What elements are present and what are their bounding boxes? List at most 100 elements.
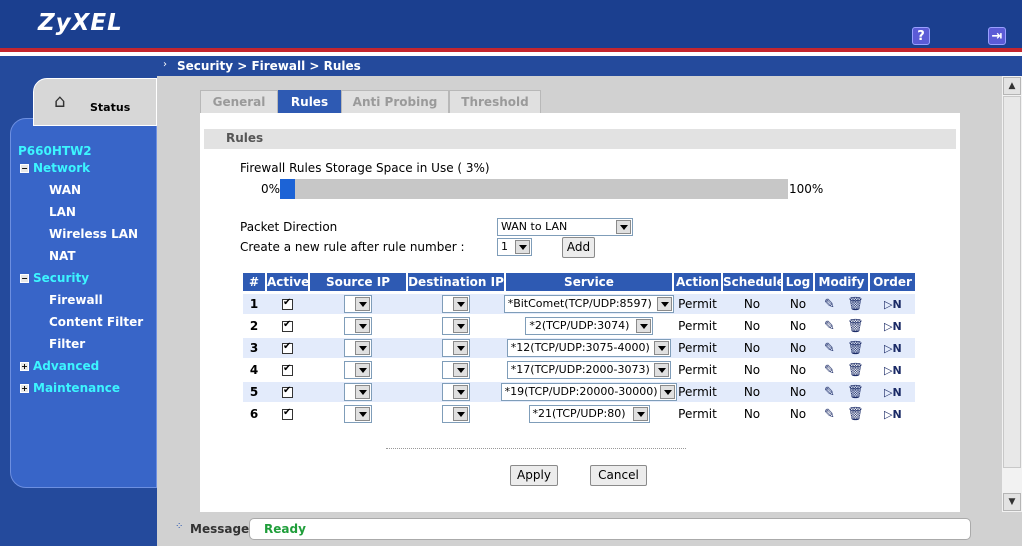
panel-title-bar: Rules: [204, 129, 956, 149]
active-checkbox[interactable]: [282, 297, 293, 310]
tab-rules[interactable]: Rules: [278, 90, 341, 114]
source-ip-select[interactable]: [344, 339, 372, 357]
chevron-down-icon: [355, 363, 370, 377]
destination-ip-select[interactable]: [442, 405, 470, 423]
status-tab[interactable]: ⌂ Status: [33, 78, 157, 126]
move-icon[interactable]: ▷N: [884, 342, 902, 355]
edit-icon[interactable]: ✎: [824, 342, 835, 355]
rule-number-select[interactable]: 1: [497, 238, 532, 256]
rule-number: 5: [249, 385, 259, 399]
sidebar-item-lan[interactable]: LAN: [49, 205, 76, 219]
sidebar-item-nat[interactable]: NAT: [49, 249, 76, 263]
service-select[interactable]: *BitComet(TCP/UDP:8597): [503, 295, 675, 313]
active-checkbox[interactable]: [282, 363, 293, 376]
col-header-schedule: Schedule: [723, 273, 781, 291]
action-value: Permit: [678, 297, 717, 311]
router-icon: ⌂: [54, 91, 66, 112]
trash-icon[interactable]: 🗑: [847, 364, 864, 377]
move-icon[interactable]: ▷N: [884, 320, 902, 333]
destination-ip-select[interactable]: [442, 383, 470, 401]
move-icon[interactable]: ▷N: [884, 386, 902, 399]
source-ip-select[interactable]: [344, 317, 372, 335]
tab-threshold[interactable]: Threshold: [449, 90, 541, 114]
destination-ip-select[interactable]: [442, 295, 470, 313]
chevron-down-icon: [453, 319, 468, 333]
storage-label: Firewall Rules Storage Space in Use ( 3%…: [240, 161, 490, 175]
zyxel-logo: ZyXEL: [38, 10, 123, 36]
cancel-button[interactable]: Cancel: [590, 465, 647, 486]
sidebar-section-advanced[interactable]: Advanced: [33, 359, 99, 373]
service-value: *12(TCP/UDP:3075-4000): [510, 341, 650, 354]
trash-icon[interactable]: 🗑: [847, 386, 864, 399]
vertical-scrollbar[interactable]: ▲ ▼: [1002, 76, 1022, 512]
trash-icon[interactable]: 🗑: [847, 342, 864, 355]
edit-icon[interactable]: ✎: [824, 298, 835, 311]
source-ip-select[interactable]: [344, 383, 372, 401]
chevron-right-icon: ›: [163, 59, 167, 70]
sidebar-section-network[interactable]: Network: [33, 161, 90, 175]
sidebar-item-content-filter[interactable]: Content Filter: [49, 315, 143, 329]
expand-icon[interactable]: +: [20, 362, 29, 371]
service-select[interactable]: *12(TCP/UDP:3075-4000): [506, 339, 672, 357]
chevron-down-icon: [453, 341, 468, 355]
scrollbar-thumb[interactable]: [1003, 96, 1021, 468]
packet-direction-value: WAN to LAN: [501, 220, 568, 233]
schedule-value: No: [743, 385, 761, 399]
source-ip-select[interactable]: [344, 295, 372, 313]
sidebar-item-filter[interactable]: Filter: [49, 337, 85, 351]
active-checkbox[interactable]: [282, 407, 293, 420]
tab-general[interactable]: General: [200, 90, 278, 114]
move-icon[interactable]: ▷N: [884, 298, 902, 311]
service-select[interactable]: *21(TCP/UDP:80): [528, 405, 650, 423]
chevron-down-icon: [355, 385, 370, 399]
active-checkbox[interactable]: [282, 319, 293, 332]
packet-direction-select[interactable]: WAN to LAN: [497, 218, 633, 236]
source-ip-select[interactable]: [344, 405, 372, 423]
tab-anti-probing[interactable]: Anti Probing: [341, 90, 449, 114]
sidebar-section-maintenance[interactable]: Maintenance: [33, 381, 120, 395]
add-button[interactable]: Add: [562, 237, 595, 258]
expand-icon[interactable]: +: [20, 384, 29, 393]
service-select[interactable]: *2(TCP/UDP:3074): [525, 317, 653, 335]
active-checkbox[interactable]: [282, 341, 293, 354]
service-value: *17(TCP/UDP:2000-3073): [510, 363, 650, 376]
chevron-down-icon: [355, 319, 370, 333]
scroll-down-icon[interactable]: ▼: [1003, 493, 1021, 511]
move-icon[interactable]: ▷N: [884, 364, 902, 377]
collapse-icon[interactable]: −: [20, 164, 29, 173]
destination-ip-select[interactable]: [442, 339, 470, 357]
scroll-up-icon[interactable]: ▲: [1003, 77, 1021, 95]
trash-icon[interactable]: 🗑: [847, 298, 864, 311]
col-header-source-ip: Source IP: [310, 273, 406, 291]
schedule-value: No: [743, 297, 761, 311]
active-checkbox[interactable]: [282, 385, 293, 398]
rule-number: 1: [249, 297, 259, 311]
logout-button[interactable]: ⇥: [988, 27, 1006, 45]
sidebar-section-security[interactable]: Security: [33, 271, 89, 285]
chevron-down-icon: [453, 407, 468, 421]
trash-icon[interactable]: 🗑: [847, 320, 864, 333]
action-value: Permit: [678, 319, 717, 333]
apply-button[interactable]: Apply: [510, 465, 558, 486]
service-select[interactable]: *19(TCP/UDP:20000-30000): [500, 383, 678, 401]
edit-icon[interactable]: ✎: [824, 364, 835, 377]
sidebar-item-wireless-lan[interactable]: Wireless LAN: [49, 227, 138, 241]
edit-icon[interactable]: ✎: [824, 408, 835, 421]
edit-icon[interactable]: ✎: [824, 320, 835, 333]
source-ip-select[interactable]: [344, 361, 372, 379]
sidebar-item-wan[interactable]: WAN: [49, 183, 81, 197]
edit-icon[interactable]: ✎: [824, 386, 835, 399]
col-header-destination-ip: Destination IP: [408, 273, 504, 291]
destination-ip-select[interactable]: [442, 317, 470, 335]
chevron-down-icon: [453, 385, 468, 399]
log-value: No: [789, 341, 807, 355]
trash-icon[interactable]: 🗑: [847, 408, 864, 421]
message-label: Message: [190, 522, 250, 536]
help-button[interactable]: ?: [912, 27, 930, 45]
service-select[interactable]: *17(TCP/UDP:2000-3073): [506, 361, 672, 379]
separator: [386, 448, 686, 449]
collapse-icon[interactable]: −: [20, 274, 29, 283]
move-icon[interactable]: ▷N: [884, 408, 902, 421]
destination-ip-select[interactable]: [442, 361, 470, 379]
sidebar-item-firewall[interactable]: Firewall: [49, 293, 103, 307]
